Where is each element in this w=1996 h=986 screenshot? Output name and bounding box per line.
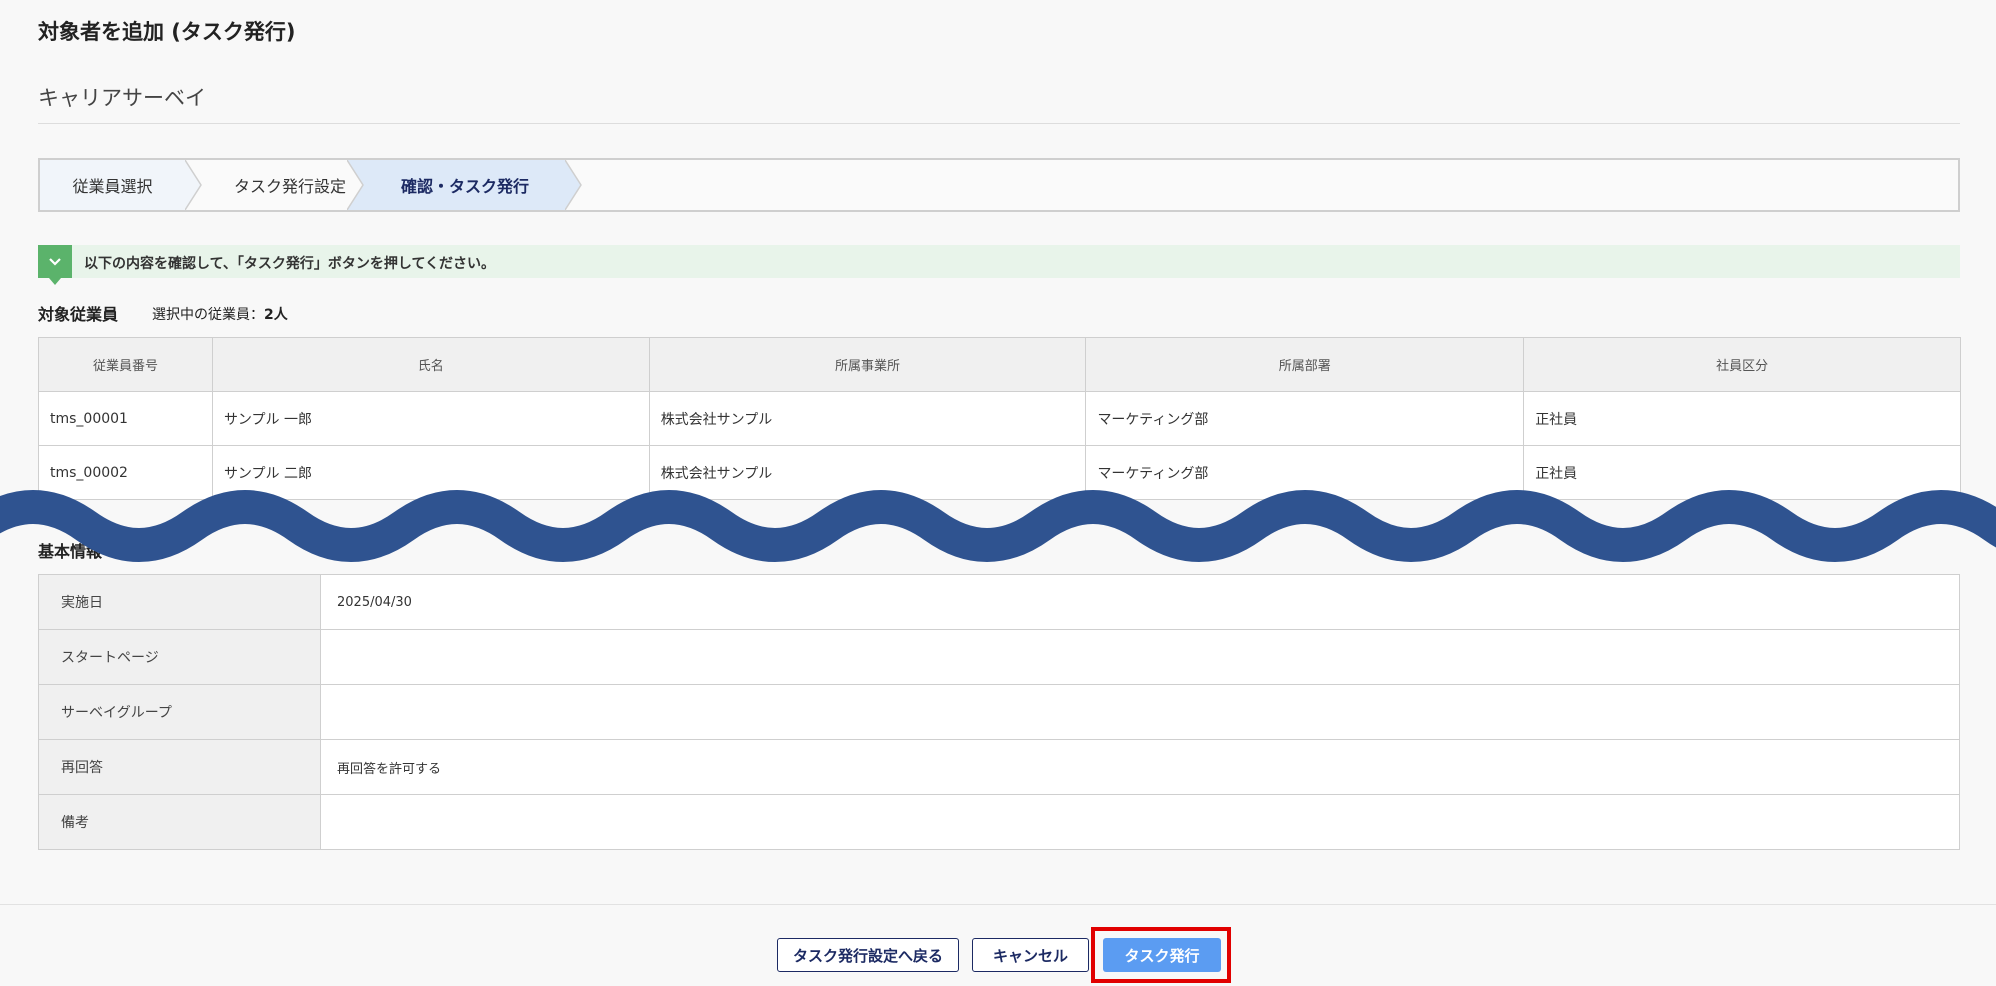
info-row: 備考 xyxy=(38,794,1960,850)
stepper: 従業員選択 タスク発行設定 確認・タスク発行 xyxy=(38,158,1960,212)
table-header-row: 従業員番号 氏名 所属事業所 所属部署 社員区分 xyxy=(38,337,1961,392)
table-row: tms_00001 サンプル 一郎 株式会社サンプル マーケティング部 正社員 xyxy=(38,391,1961,446)
info-value xyxy=(320,794,1960,850)
info-label: スタートページ xyxy=(38,629,321,685)
selected-count: 選択中の従業員：2人 xyxy=(152,304,288,324)
info-label: 備考 xyxy=(38,794,321,850)
notice-text: 以下の内容を確認して、「タスク発行」ボタンを押してください。 xyxy=(84,256,496,272)
step-confirm: 確認・タスク発行 xyxy=(365,160,565,210)
confirm-notice: 以下の内容を確認して、「タスク発行」ボタンを押してください。 xyxy=(38,245,1960,285)
divider xyxy=(38,123,1960,124)
table-cell: 株式会社サンプル xyxy=(648,391,1087,446)
info-label: サーベイグループ xyxy=(38,684,321,740)
table-cell: 正社員 xyxy=(1523,391,1961,446)
highlight-box xyxy=(1091,927,1231,983)
step-separator xyxy=(565,160,595,210)
table-cell: tms_00001 xyxy=(38,391,213,446)
chevron-down-icon xyxy=(38,245,72,285)
info-value xyxy=(320,629,1960,685)
cancel-button[interactable]: キャンセル xyxy=(972,938,1089,972)
column-header: 社員区分 xyxy=(1523,337,1961,392)
column-header: 従業員番号 xyxy=(38,337,213,392)
step-separator xyxy=(185,160,215,210)
target-employees-heading: 対象従業員 xyxy=(38,305,119,324)
info-value: 2025/04/30 xyxy=(320,574,1960,630)
basic-info-table: 実施日 2025/04/30 スタートページ サーベイグループ 再回答 再回答を… xyxy=(38,574,1960,850)
info-row: スタートページ xyxy=(38,629,1960,685)
column-header: 所属部署 xyxy=(1085,337,1525,392)
selected-count-label: 選択中の従業員： xyxy=(152,307,264,323)
wave-divider xyxy=(0,490,1996,562)
info-label: 実施日 xyxy=(38,574,321,630)
step-task-settings: タスク発行設定 xyxy=(233,177,346,196)
footer-divider xyxy=(0,904,1996,905)
info-label: 再回答 xyxy=(38,739,321,795)
page-title: 対象者を追加 (タスク発行) xyxy=(38,20,296,44)
info-row: サーベイグループ xyxy=(38,684,1960,740)
column-header: 氏名 xyxy=(211,337,650,392)
table-cell: マーケティング部 xyxy=(1085,391,1525,446)
info-value: 再回答を許可する xyxy=(320,739,1960,795)
survey-name: キャリアサーベイ xyxy=(38,86,206,110)
selected-count-value: 2人 xyxy=(264,307,288,323)
back-to-settings-button[interactable]: タスク発行設定へ戻る xyxy=(777,938,959,972)
table-cell: サンプル 一郎 xyxy=(211,391,650,446)
info-value xyxy=(320,684,1960,740)
info-row: 再回答 再回答を許可する xyxy=(38,739,1960,795)
info-row: 実施日 2025/04/30 xyxy=(38,574,1960,630)
step-employee-select: 従業員選択 xyxy=(40,160,185,210)
employee-table: 従業員番号 氏名 所属事業所 所属部署 社員区分 tms_00001 サンプル … xyxy=(38,337,1961,500)
column-header: 所属事業所 xyxy=(648,337,1087,392)
